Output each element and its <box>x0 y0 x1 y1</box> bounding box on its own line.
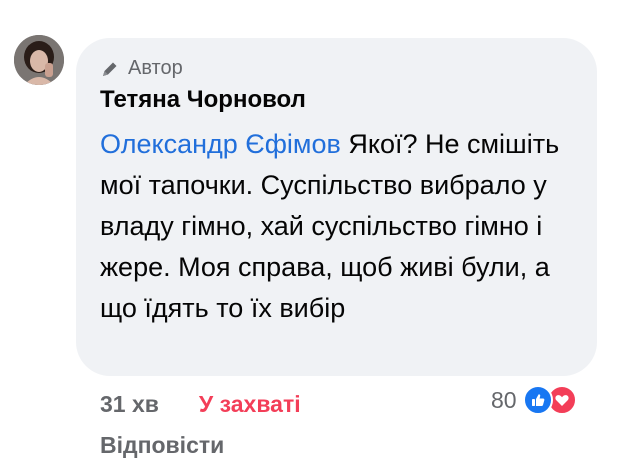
comment-text: Олександр Єфімов Якої? Не смішіть мої та… <box>100 124 560 329</box>
avatar-photo <box>14 35 64 85</box>
reply-button[interactable]: Відповісти <box>100 432 224 459</box>
mention-link[interactable]: Олександр Єфімов <box>100 129 341 159</box>
reaction-summary[interactable]: 80 <box>491 385 577 415</box>
author-badge: Автор <box>100 57 183 80</box>
timestamp[interactable]: 31 хв <box>100 391 159 418</box>
comment-meta: 31 хв У захваті <box>100 391 301 418</box>
reaction-button[interactable]: У захваті <box>199 391 301 418</box>
avatar[interactable] <box>14 35 64 85</box>
author-badge-label: Автор <box>128 57 183 79</box>
author-name[interactable]: Тетяна Чорновол <box>100 86 306 114</box>
pencil-icon <box>100 59 120 79</box>
reaction-count: 80 <box>491 386 517 413</box>
like-icon <box>522 385 553 415</box>
